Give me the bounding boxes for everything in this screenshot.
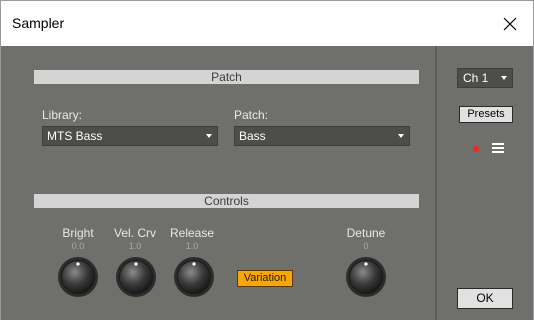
chevron-down-icon [501, 76, 507, 80]
sampler-window: Sampler Patch Library: MTS Bass Patch: B… [0, 0, 534, 320]
release-knob[interactable] [173, 256, 215, 298]
library-select-value: MTS Bass [47, 129, 103, 143]
variation-button[interactable]: Variation [237, 270, 293, 287]
window-title: Sampler [12, 15, 65, 31]
release-value: 1.0 [185, 241, 199, 251]
controls-section-header: Controls [34, 194, 419, 208]
detune-knob[interactable] [345, 256, 387, 298]
close-icon [503, 17, 517, 30]
chevron-down-icon [206, 134, 212, 138]
patch-section-header: Patch [34, 70, 419, 84]
panel-divider [435, 46, 437, 320]
library-select[interactable]: MTS Bass [42, 126, 218, 146]
vel-crv-knob[interactable] [115, 256, 157, 298]
bright-knob[interactable] [57, 256, 99, 298]
channel-select[interactable]: Ch 1 [457, 68, 513, 88]
vel-crv-label: Vel. Crv [113, 226, 156, 240]
close-button[interactable] [487, 1, 533, 46]
record-dot-icon [473, 146, 479, 152]
presets-button[interactable]: Presets [459, 106, 513, 123]
library-label: Library: [42, 108, 83, 122]
client-area: Patch Library: MTS Bass Patch: Bass Cont… [1, 46, 533, 320]
chevron-down-icon [398, 134, 404, 138]
title-bar: Sampler [1, 1, 533, 46]
detune-label: Detune [346, 226, 386, 240]
patch-select-value: Bass [239, 129, 266, 143]
release-label: Release [169, 226, 215, 240]
hamburger-menu-icon[interactable] [492, 143, 504, 154]
ok-button[interactable]: OK [457, 288, 513, 309]
bright-value: 0.0 [71, 241, 85, 251]
detune-value: 0 [363, 241, 369, 251]
channel-select-value: Ch 1 [463, 71, 489, 85]
patch-label: Patch: [234, 108, 269, 122]
vel-crv-value: 1.0 [128, 241, 142, 251]
bright-label: Bright [62, 226, 94, 240]
patch-select[interactable]: Bass [234, 126, 410, 146]
